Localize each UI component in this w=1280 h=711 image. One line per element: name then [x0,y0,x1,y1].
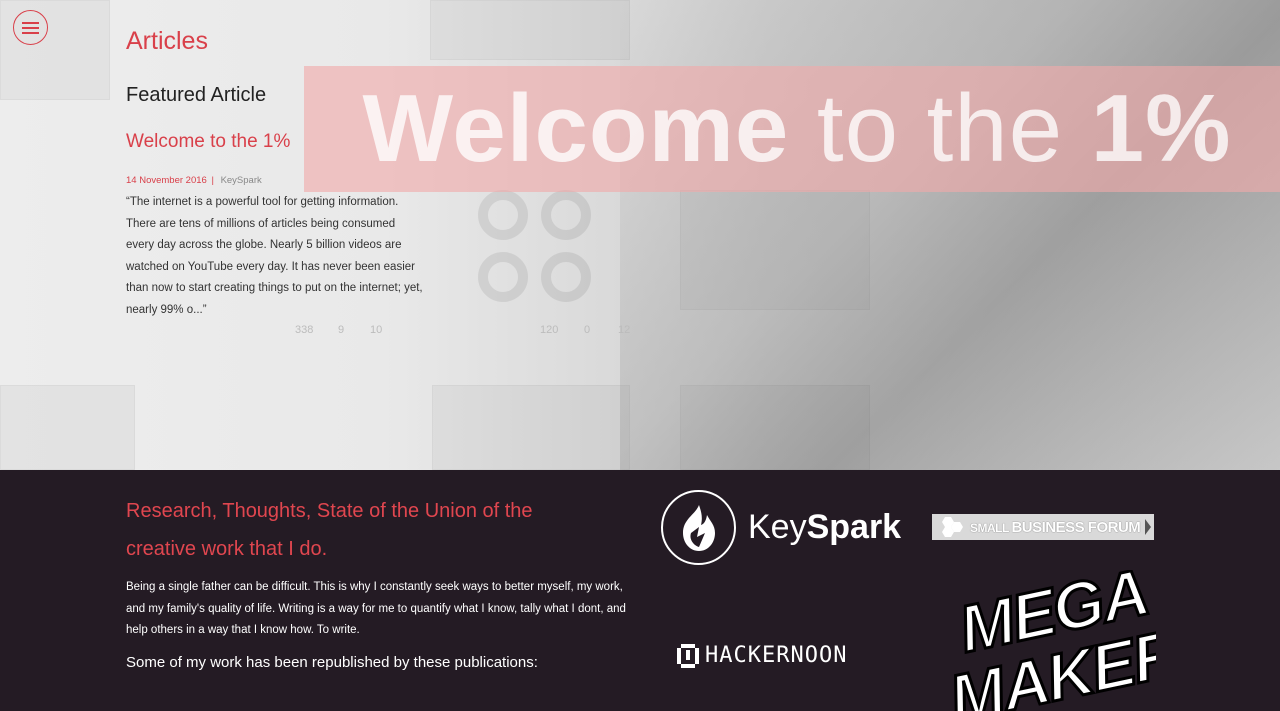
background-tile [0,385,135,470]
background-stat: 338 [295,324,314,336]
background-stat: 120 [540,324,559,336]
featured-article-label: Featured Article [126,84,267,106]
page-title: Articles [126,27,208,55]
hamburger-icon [22,22,39,24]
menu-button[interactable] [13,10,48,45]
article-author: KeySpark [220,175,262,186]
featured-banner-image[interactable]: Welcome to the 1% [304,66,1280,192]
megamaker-wordmark-top: MEGAMAKER [932,570,1156,711]
publications-note: Some of my work has been republished by … [126,654,538,671]
article-meta: 14 November 2016 | KeySpark [126,175,262,186]
banner-text: Welcome to the 1% [362,75,1232,182]
about-body: Being a single father can be difficult. … [126,581,626,636]
hackernoon-logo[interactable]: HACKERNOON [677,643,847,668]
article-excerpt: “The internet is a powerful tool for get… [126,196,423,316]
featured-article-title-link[interactable]: Welcome to the 1% [126,131,290,153]
background-stat: 12 [618,324,631,336]
background-chart-ring [541,190,591,240]
flame-icon [661,490,736,565]
background-chart-ring [478,190,528,240]
arrow-right-icon [1145,519,1151,535]
small-business-forum-logo[interactable]: SMALL BUSINESS FORUM [932,514,1154,540]
hackernoon-icon [677,643,699,668]
background-tile [430,0,630,60]
hexagon-icon [942,517,963,537]
keyspark-logo[interactable]: KeySpark [661,490,901,565]
hackernoon-wordmark: HACKERNOON [705,643,848,668]
small-business-forum-wordmark: SMALL BUSINESS FORUM [970,518,1141,536]
background-chart-ring [541,252,591,302]
megamaker-logo[interactable]: MEGAMAKER [932,570,1156,711]
background-stat: 9 [338,324,345,336]
about-heading: Research, Thoughts, State of the Union o… [126,500,533,560]
background-stat: 10 [370,324,383,336]
article-date: 14 November 2016 [126,175,207,186]
keyspark-wordmark: KeySpark [748,508,902,546]
meta-separator: | [211,175,214,186]
background-stat: 0 [584,324,591,336]
hamburger-icon [22,27,39,29]
hero-section: 338 9 10 120 0 12 Welcome to the 1% Arti… [0,0,1280,470]
hamburger-icon [22,32,39,34]
about-section: Research, Thoughts, State of the Union o… [0,470,1280,711]
background-tile [432,385,630,470]
background-chart-ring [478,252,528,302]
